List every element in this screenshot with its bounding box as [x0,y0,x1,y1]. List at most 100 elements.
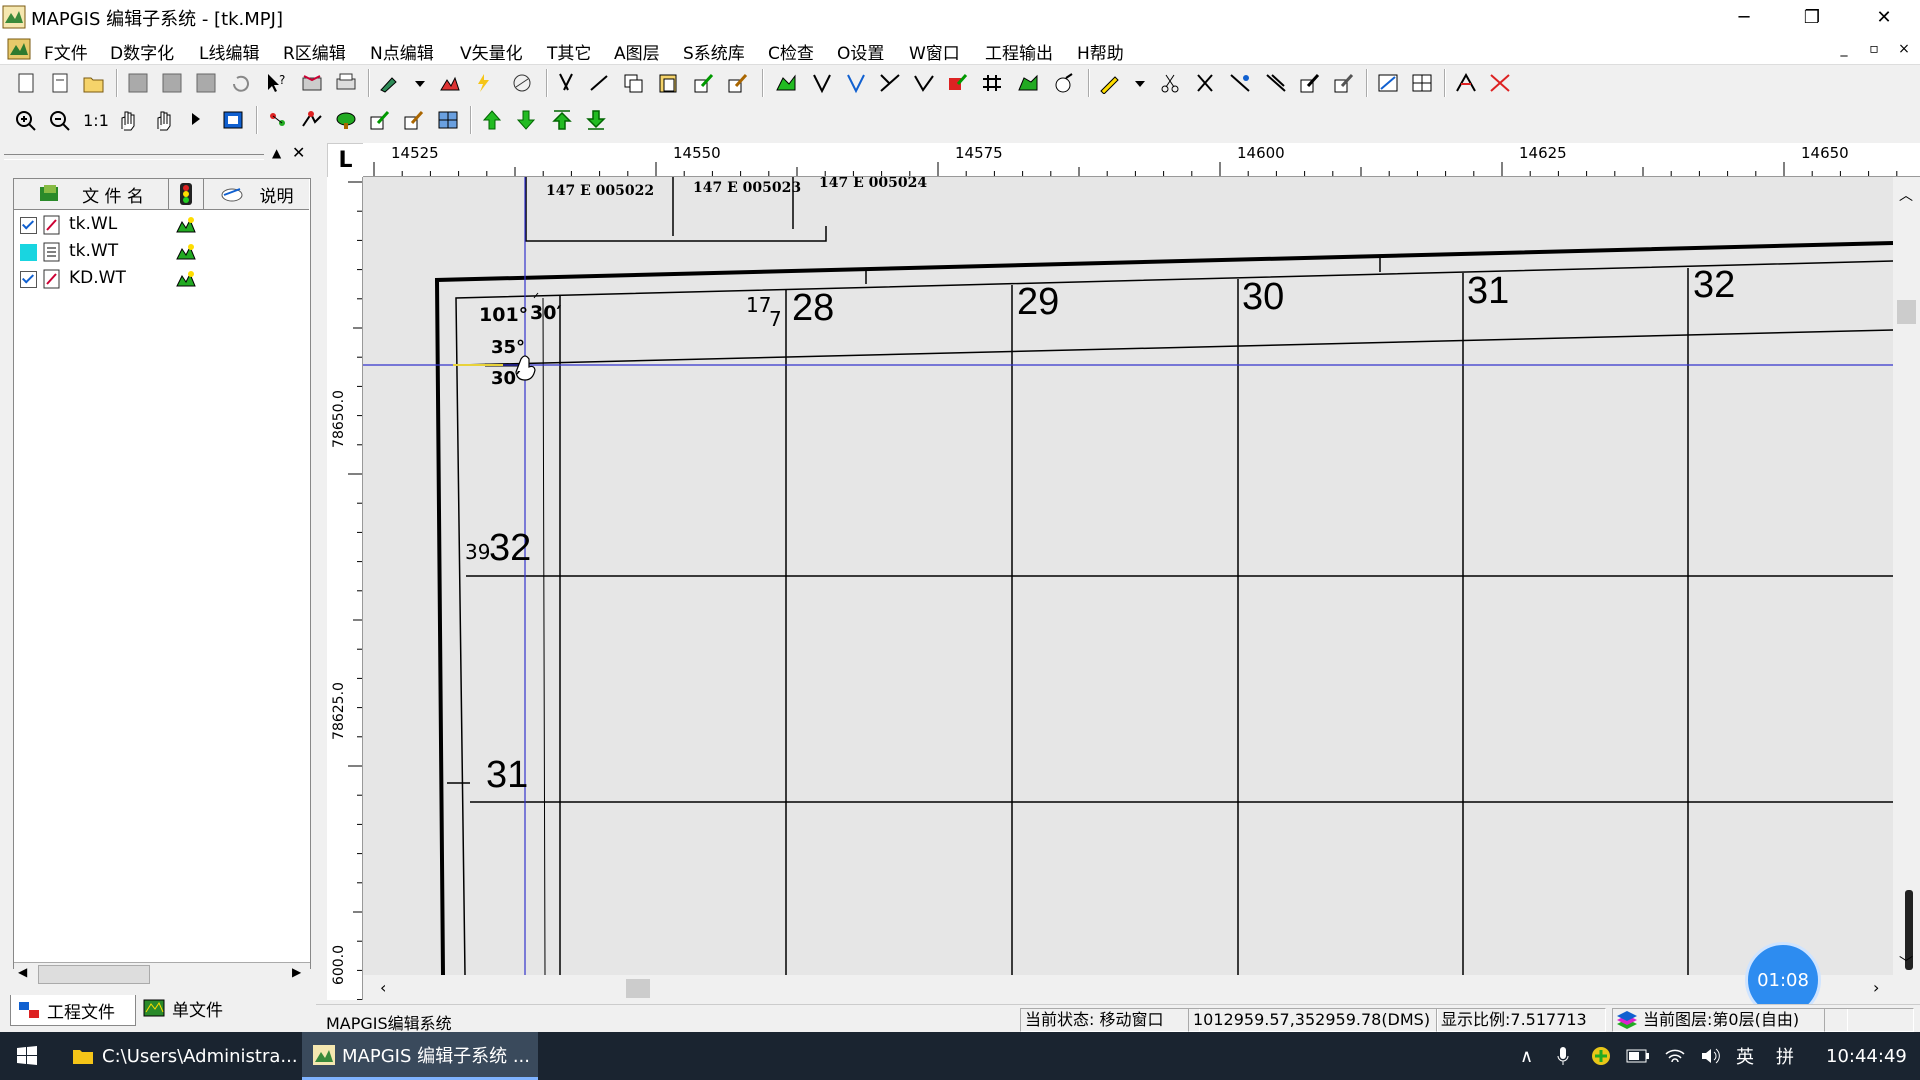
tab-project-files[interactable]: 工程文件 [10,995,136,1026]
vector-tool-icon[interactable] [508,69,536,97]
menu-window[interactable]: W窗口 [909,39,960,64]
panel-grip[interactable] [4,154,264,160]
point-tool-2-icon[interactable] [1226,69,1254,97]
ime-pinyin[interactable]: 拼 [1776,1032,1794,1080]
panel-close-icon[interactable]: ✕ [292,143,305,162]
new-file-icon[interactable] [12,69,40,97]
extend-line-icon[interactable] [586,69,614,97]
green-node-icon[interactable] [772,69,800,97]
menu-vectorize[interactable]: V矢量化 [460,39,523,64]
pan-select-icon[interactable] [114,106,142,134]
pointer-icon[interactable] [182,106,210,134]
raster-tool-2-icon[interactable] [1408,69,1436,97]
menu-point-edit[interactable]: N点编辑 [370,39,434,64]
point-tool-3-icon[interactable] [1262,69,1290,97]
map-canvas[interactable]: 147 E 005022 147 E 005023 147 E 005024 2… [363,177,1896,975]
menu-system-lib[interactable]: S系统库 [683,39,745,64]
volume-icon[interactable] [1700,1032,1722,1080]
undo-icon[interactable] [226,69,254,97]
move-top-icon[interactable] [548,106,576,134]
scroll-up-icon[interactable]: ︿ [1899,185,1913,205]
layer-tool-4-icon[interactable] [400,106,428,134]
panel-pin-icon[interactable]: ▲ [272,146,281,160]
menu-project-output[interactable]: 工程输出 [985,39,1053,64]
point-tool-4-icon[interactable] [1296,69,1324,97]
red-area-icon[interactable] [944,69,972,97]
scroll-down-icon[interactable]: ﹀ [1899,953,1913,973]
ruler-corner[interactable]: L [327,143,364,178]
full-view-icon[interactable] [219,106,247,134]
vscroll-thumb[interactable] [1897,300,1916,324]
pen-tool-icon[interactable] [1096,69,1124,97]
pen-dropdown-icon[interactable] [1126,69,1154,97]
col-filename[interactable]: 文 件 名 [14,179,169,210]
file-row-tk-wt[interactable]: tk.WT [14,239,304,265]
scissors-icon[interactable] [1156,69,1184,97]
scroll-left-icon[interactable]: ◀ [18,965,27,979]
vectorize-tool-1-icon[interactable] [1452,69,1480,97]
vectorize-tool-2-icon[interactable] [1486,69,1514,97]
start-button[interactable] [0,1032,54,1080]
security-icon[interactable] [1590,1032,1612,1080]
file-visible-checkbox[interactable] [20,217,37,234]
move-up-icon[interactable] [478,106,506,134]
map-vscrollbar[interactable]: ︿ ﹀ [1893,177,1920,975]
point-tool-1-icon[interactable] [1192,69,1220,97]
pan-hand-icon[interactable] [150,106,178,134]
clock[interactable]: 10:44:49 [1826,1032,1907,1080]
ime-mode[interactable]: 英 [1736,1032,1754,1080]
map-hscrollbar[interactable]: ‹ › [363,975,1896,1002]
file-row-kd-wt[interactable]: KD.WT [14,266,304,292]
node-tool-2-icon[interactable] [842,69,870,97]
microphone-icon[interactable] [1556,1032,1570,1080]
green-circle-icon[interactable] [332,106,360,134]
save-all-icon[interactable] [192,69,220,97]
menu-layer[interactable]: A图层 [614,39,660,64]
mdi-restore-button[interactable]: ▫ [1864,40,1884,58]
node-tool-4-icon[interactable] [910,69,938,97]
menu-help[interactable]: H帮助 [1077,39,1124,64]
node-tool-1-icon[interactable] [808,69,836,97]
mdi-close-button[interactable]: × [1894,40,1914,58]
minimize-button[interactable]: ─ [1710,0,1778,34]
file-visible-checkbox[interactable] [20,244,37,261]
raster-tool-1-icon[interactable] [1374,69,1402,97]
wifi-icon[interactable] [1664,1032,1686,1080]
layer-tool-3-icon[interactable] [366,106,394,134]
col-note[interactable]: 说明 [204,179,309,210]
menu-other[interactable]: T其它 [547,39,591,64]
scroll-right-icon[interactable]: ▶ [292,965,301,979]
battery-icon[interactable] [1626,1032,1650,1080]
edit-line-icon[interactable] [690,69,718,97]
print-preview-icon[interactable] [298,69,326,97]
point-tool-5-icon[interactable] [1330,69,1358,97]
open-folder-icon[interactable] [80,69,108,97]
layer-tool-1-icon[interactable] [264,106,292,134]
menu-file[interactable]: F文件 [44,39,88,64]
col-status[interactable] [169,179,204,210]
dropdown-arrow-icon[interactable] [406,69,434,97]
scroll-left-icon[interactable]: ‹ [380,978,386,997]
zoom-in-icon[interactable] [12,106,40,134]
edit-area-icon[interactable] [724,69,752,97]
file-visible-checkbox[interactable] [20,271,37,288]
save-as-icon[interactable] [158,69,186,97]
layer-tool-5-icon[interactable] [434,106,462,134]
tab-single-file[interactable]: 单文件 [136,993,236,1023]
lightning-icon[interactable] [470,69,498,97]
area-label-icon[interactable] [1050,69,1078,97]
paste-icon[interactable] [654,69,682,97]
taskbar-explorer[interactable]: C:\Users\Administra... [60,1032,298,1080]
help-pointer-icon[interactable]: ? [262,69,290,97]
menu-digitize[interactable]: D数字化 [110,39,174,64]
move-bottom-icon[interactable] [582,106,610,134]
menu-area-edit[interactable]: R区编辑 [283,39,346,64]
file-row-tk-wl[interactable]: tk.WL [14,212,304,238]
green-area-icon[interactable] [1014,69,1042,97]
tray-chevron-icon[interactable]: ∧ [1520,1032,1533,1080]
restore-button[interactable]: ❐ [1778,0,1846,34]
zoom-out-icon[interactable] [46,106,74,134]
scroll-right-icon[interactable]: › [1873,978,1879,997]
menu-line-edit[interactable]: L线编辑 [199,39,259,64]
node-tool-3-icon[interactable] [876,69,904,97]
